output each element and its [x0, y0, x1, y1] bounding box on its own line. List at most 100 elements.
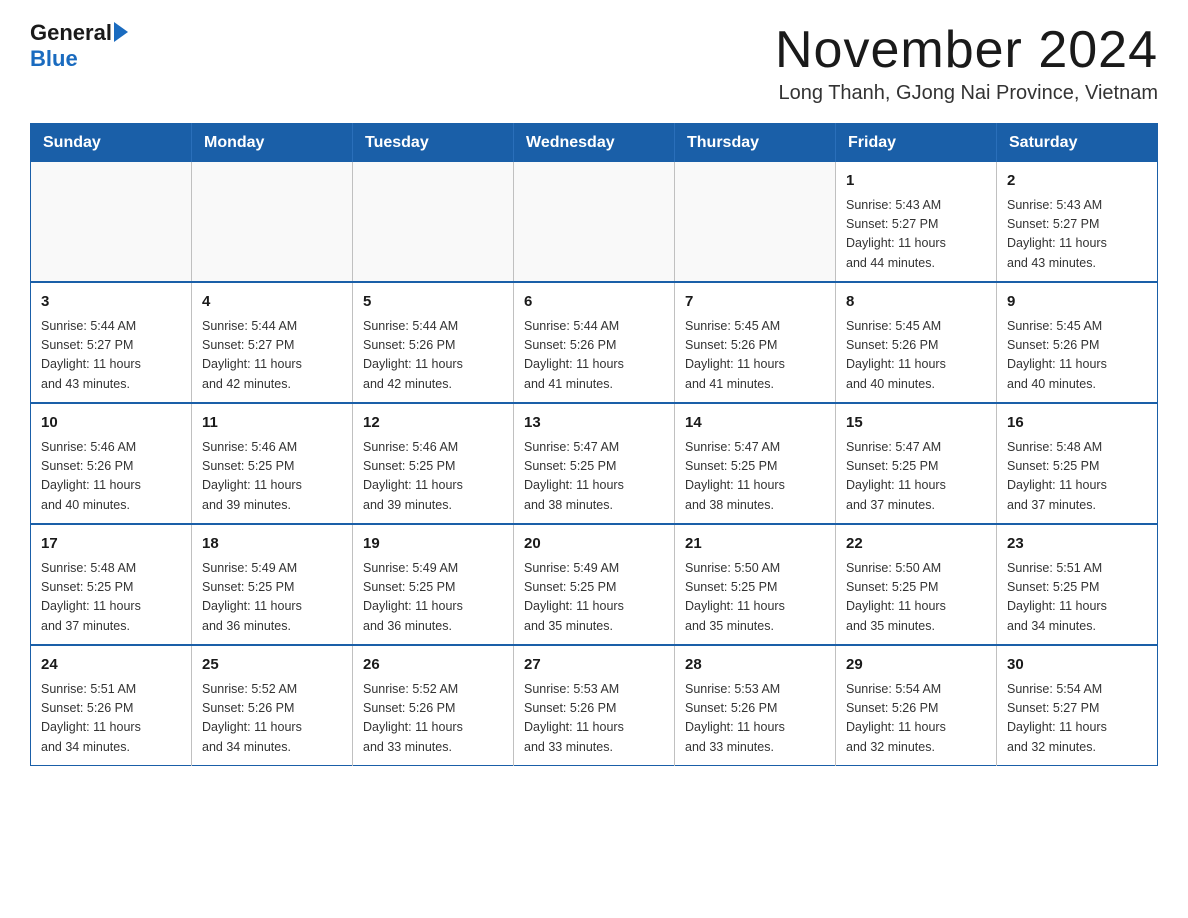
day-info: Sunrise: 5:46 AM Sunset: 5:26 PM Dayligh…	[41, 438, 181, 516]
calendar-cell: 14Sunrise: 5:47 AM Sunset: 5:25 PM Dayli…	[675, 403, 836, 524]
calendar-cell	[514, 162, 675, 282]
day-of-week-header: Wednesday	[514, 124, 675, 163]
calendar-cell: 8Sunrise: 5:45 AM Sunset: 5:26 PM Daylig…	[836, 282, 997, 403]
days-of-week-row: SundayMondayTuesdayWednesdayThursdayFrid…	[31, 124, 1158, 163]
calendar-cell: 25 Sunrise: 5:52 AM Sunset: 5:26 PM Dayli…	[192, 645, 353, 766]
day-number: 13	[524, 412, 664, 435]
calendar-cell: 26Sunrise: 5:52 AM Sunset: 5:26 PM Dayli…	[353, 645, 514, 766]
day-number: 20	[524, 533, 664, 556]
day-number: 22	[846, 533, 986, 556]
day-info: Sunrise: 5:44 AM Sunset: 5:27 PM Dayligh…	[202, 317, 342, 395]
calendar-cell: 10 Sunrise: 5:46 AM Sunset: 5:26 PM Dayli…	[31, 403, 192, 524]
day-info: Sunrise: 5:51 AM Sunset: 5:25 PM Dayligh…	[1007, 559, 1147, 637]
calendar-cell: 20 Sunrise: 5:49 AM Sunset: 5:25 PM Dayli…	[514, 524, 675, 645]
day-info: Sunrise: 5:47 AM Sunset: 5:25 PM Dayligh…	[846, 438, 986, 516]
logo[interactable]: General Blue	[30, 20, 128, 72]
page-header: General Blue November 2024 Long Thanh, G…	[30, 20, 1158, 105]
calendar-cell	[31, 162, 192, 282]
calendar-week-row: 3 Sunrise: 5:44 AM Sunset: 5:27 PM Daylig…	[31, 282, 1158, 403]
day-of-week-header: Tuesday	[353, 124, 514, 163]
calendar-cell: 4Sunrise: 5:44 AM Sunset: 5:27 PM Daylig…	[192, 282, 353, 403]
day-info: Sunrise: 5:43 AM Sunset: 5:27 PM Dayligh…	[1007, 196, 1147, 274]
day-info: Sunrise: 5:45 AM Sunset: 5:26 PM Dayligh…	[1007, 317, 1147, 395]
day-info: Sunrise: 5:54 AM Sunset: 5:27 PM Dayligh…	[1007, 680, 1147, 758]
day-info: Sunrise: 5:45 AM Sunset: 5:26 PM Dayligh…	[846, 317, 986, 395]
day-info: Sunrise: 5:52 AM Sunset: 5:26 PM Dayligh…	[202, 680, 342, 758]
calendar-cell	[192, 162, 353, 282]
calendar-week-row: 10 Sunrise: 5:46 AM Sunset: 5:26 PM Dayli…	[31, 403, 1158, 524]
day-of-week-header: Monday	[192, 124, 353, 163]
day-number: 18	[202, 533, 342, 556]
calendar-cell: 28 Sunrise: 5:53 AM Sunset: 5:26 PM Dayli…	[675, 645, 836, 766]
day-number: 14	[685, 412, 825, 435]
day-number: 9	[1007, 291, 1147, 314]
day-number: 17	[41, 533, 181, 556]
day-info: Sunrise: 5:44 AM Sunset: 5:26 PM Dayligh…	[524, 317, 664, 395]
day-info: Sunrise: 5:54 AM Sunset: 5:26 PM Dayligh…	[846, 680, 986, 758]
calendar-cell	[353, 162, 514, 282]
day-info: Sunrise: 5:43 AM Sunset: 5:27 PM Dayligh…	[846, 196, 986, 274]
day-number: 10	[41, 412, 181, 435]
calendar-cell: 30 Sunrise: 5:54 AM Sunset: 5:27 PM Dayli…	[997, 645, 1158, 766]
day-info: Sunrise: 5:50 AM Sunset: 5:25 PM Dayligh…	[846, 559, 986, 637]
calendar-header: SundayMondayTuesdayWednesdayThursdayFrid…	[31, 124, 1158, 163]
day-info: Sunrise: 5:44 AM Sunset: 5:26 PM Dayligh…	[363, 317, 503, 395]
day-info: Sunrise: 5:46 AM Sunset: 5:25 PM Dayligh…	[202, 438, 342, 516]
calendar-cell: 3 Sunrise: 5:44 AM Sunset: 5:27 PM Daylig…	[31, 282, 192, 403]
day-info: Sunrise: 5:49 AM Sunset: 5:25 PM Dayligh…	[363, 559, 503, 637]
calendar-cell: 13 Sunrise: 5:47 AM Sunset: 5:25 PM Dayli…	[514, 403, 675, 524]
day-number: 19	[363, 533, 503, 556]
day-info: Sunrise: 5:51 AM Sunset: 5:26 PM Dayligh…	[41, 680, 181, 758]
day-info: Sunrise: 5:49 AM Sunset: 5:25 PM Dayligh…	[202, 559, 342, 637]
day-of-week-header: Friday	[836, 124, 997, 163]
day-number: 7	[685, 291, 825, 314]
day-info: Sunrise: 5:47 AM Sunset: 5:25 PM Dayligh…	[524, 438, 664, 516]
day-of-week-header: Saturday	[997, 124, 1158, 163]
calendar-cell: 7Sunrise: 5:45 AM Sunset: 5:26 PM Daylig…	[675, 282, 836, 403]
calendar-week-row: 24Sunrise: 5:51 AM Sunset: 5:26 PM Dayli…	[31, 645, 1158, 766]
calendar-body: 1 Sunrise: 5:43 AM Sunset: 5:27 PM Daylig…	[31, 162, 1158, 766]
logo-blue-text: Blue	[30, 46, 78, 72]
day-number: 6	[524, 291, 664, 314]
day-number: 3	[41, 291, 181, 314]
calendar-cell: 2 Sunrise: 5:43 AM Sunset: 5:27 PM Daylig…	[997, 162, 1158, 282]
day-number: 15	[846, 412, 986, 435]
day-info: Sunrise: 5:50 AM Sunset: 5:25 PM Dayligh…	[685, 559, 825, 637]
calendar-cell: 9 Sunrise: 5:45 AM Sunset: 5:26 PM Daylig…	[997, 282, 1158, 403]
calendar-cell: 11Sunrise: 5:46 AM Sunset: 5:25 PM Dayli…	[192, 403, 353, 524]
day-info: Sunrise: 5:46 AM Sunset: 5:25 PM Dayligh…	[363, 438, 503, 516]
day-info: Sunrise: 5:44 AM Sunset: 5:27 PM Dayligh…	[41, 317, 181, 395]
day-info: Sunrise: 5:48 AM Sunset: 5:25 PM Dayligh…	[1007, 438, 1147, 516]
calendar-cell: 17 Sunrise: 5:48 AM Sunset: 5:25 PM Dayli…	[31, 524, 192, 645]
calendar-cell: 12 Sunrise: 5:46 AM Sunset: 5:25 PM Dayli…	[353, 403, 514, 524]
day-number: 2	[1007, 170, 1147, 193]
location-subtitle: Long Thanh, GJong Nai Province, Vietnam	[775, 82, 1158, 105]
calendar-cell: 27Sunrise: 5:53 AM Sunset: 5:26 PM Dayli…	[514, 645, 675, 766]
day-info: Sunrise: 5:48 AM Sunset: 5:25 PM Dayligh…	[41, 559, 181, 637]
day-number: 23	[1007, 533, 1147, 556]
calendar-cell: 19 Sunrise: 5:49 AM Sunset: 5:25 PM Dayli…	[353, 524, 514, 645]
day-number: 1	[846, 170, 986, 193]
day-number: 21	[685, 533, 825, 556]
day-info: Sunrise: 5:49 AM Sunset: 5:25 PM Dayligh…	[524, 559, 664, 637]
day-number: 25	[202, 654, 342, 677]
calendar-cell: 22 Sunrise: 5:50 AM Sunset: 5:25 PM Dayli…	[836, 524, 997, 645]
logo-arrow-icon	[114, 22, 128, 42]
calendar-cell: 24Sunrise: 5:51 AM Sunset: 5:26 PM Dayli…	[31, 645, 192, 766]
day-number: 26	[363, 654, 503, 677]
calendar-cell: 23 Sunrise: 5:51 AM Sunset: 5:25 PM Dayli…	[997, 524, 1158, 645]
title-block: November 2024 Long Thanh, GJong Nai Prov…	[775, 20, 1158, 105]
day-number: 30	[1007, 654, 1147, 677]
day-of-week-header: Thursday	[675, 124, 836, 163]
day-number: 12	[363, 412, 503, 435]
calendar-cell: 5Sunrise: 5:44 AM Sunset: 5:26 PM Daylig…	[353, 282, 514, 403]
day-info: Sunrise: 5:53 AM Sunset: 5:26 PM Dayligh…	[524, 680, 664, 758]
calendar-cell: 29 Sunrise: 5:54 AM Sunset: 5:26 PM Dayli…	[836, 645, 997, 766]
day-number: 29	[846, 654, 986, 677]
calendar-week-row: 1 Sunrise: 5:43 AM Sunset: 5:27 PM Daylig…	[31, 162, 1158, 282]
day-info: Sunrise: 5:53 AM Sunset: 5:26 PM Dayligh…	[685, 680, 825, 758]
day-number: 28	[685, 654, 825, 677]
calendar-cell: 15 Sunrise: 5:47 AM Sunset: 5:25 PM Dayli…	[836, 403, 997, 524]
calendar-cell: 1 Sunrise: 5:43 AM Sunset: 5:27 PM Daylig…	[836, 162, 997, 282]
day-of-week-header: Sunday	[31, 124, 192, 163]
